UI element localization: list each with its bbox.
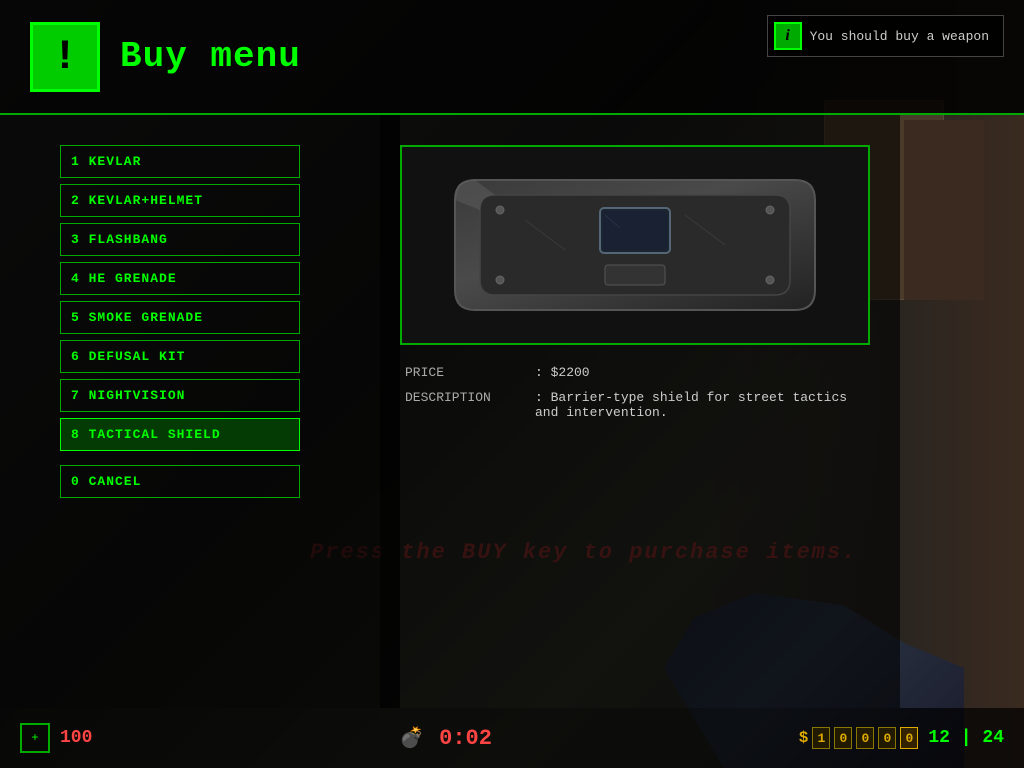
bg-structure-2 <box>904 120 984 300</box>
ammo-separator: | <box>961 728 983 748</box>
ammo-main: 12 <box>928 728 950 748</box>
bomb-icon: 💣 <box>399 725 424 751</box>
money-display: $ 1 0 0 0 0 <box>799 727 919 749</box>
menu-item-nightvision[interactable]: 7 NIGHTVISION <box>60 379 300 412</box>
money-digit-5: 0 <box>900 727 918 749</box>
money-digit-2: 0 <box>834 727 852 749</box>
money-digit-1: 1 <box>812 727 830 749</box>
money-digit-3: 0 <box>856 727 874 749</box>
hud-left-section: + 100 <box>20 723 92 753</box>
menu-item-tactical-shield[interactable]: 8 TACTICAL SHIELD <box>60 418 300 451</box>
shield-image <box>445 160 825 330</box>
hud-timer: 0:02 <box>439 726 492 751</box>
menu-item-kevlar-helmet[interactable]: 2 KEVLAR+HELMET <box>60 184 300 217</box>
exclamation-icon: ! <box>30 22 100 92</box>
ammo-display: 12 | 24 <box>928 728 1004 748</box>
description-value: : Barrier-type shield for street tactics… <box>535 390 875 420</box>
ammo-reserve: 24 <box>982 728 1004 748</box>
menu-item-flashbang[interactable]: 3 FLASHBANG <box>60 223 300 256</box>
health-value: 100 <box>60 728 92 748</box>
menu-item-he-grenade[interactable]: 4 HE GRENADE <box>60 262 300 295</box>
hud-right-section: $ 1 0 0 0 0 12 | 24 <box>799 727 1004 749</box>
price-label: PRICE <box>405 365 535 380</box>
price-value: : $2200 <box>535 365 875 380</box>
info-icon: i <box>774 22 802 50</box>
health-icon: + <box>20 723 50 753</box>
page-title: Buy menu <box>120 36 301 77</box>
money-digit-4: 0 <box>878 727 896 749</box>
description-row: DESCRIPTION : Barrier-type shield for st… <box>405 390 875 420</box>
info-notification: i You should buy a weapon <box>767 15 1004 57</box>
buy-menu-list: 1 KEVLAR 2 KEVLAR+HELMET 3 FLASHBANG 4 H… <box>0 115 400 708</box>
menu-item-kevlar[interactable]: 1 KEVLAR <box>60 145 300 178</box>
hud-bar: + 100 💣 0:02 $ 1 0 0 0 0 12 | 24 <box>0 708 1024 768</box>
menu-item-cancel[interactable]: 0 CANCEL <box>60 465 300 498</box>
hud-center-section: 💣 0:02 <box>399 725 492 751</box>
item-details: PRICE : $2200 DESCRIPTION : Barrier-type… <box>400 365 880 420</box>
notification-text: You should buy a weapon <box>810 29 989 44</box>
menu-item-defusal-kit[interactable]: 6 DEFUSAL KIT <box>60 340 300 373</box>
item-image-container <box>400 145 870 345</box>
item-detail-panel: PRICE : $2200 DESCRIPTION : Barrier-type… <box>380 115 900 708</box>
price-row: PRICE : $2200 <box>405 365 875 380</box>
menu-item-smoke-grenade[interactable]: 5 SMOKE GRENADE <box>60 301 300 334</box>
description-label: DESCRIPTION <box>405 390 535 405</box>
